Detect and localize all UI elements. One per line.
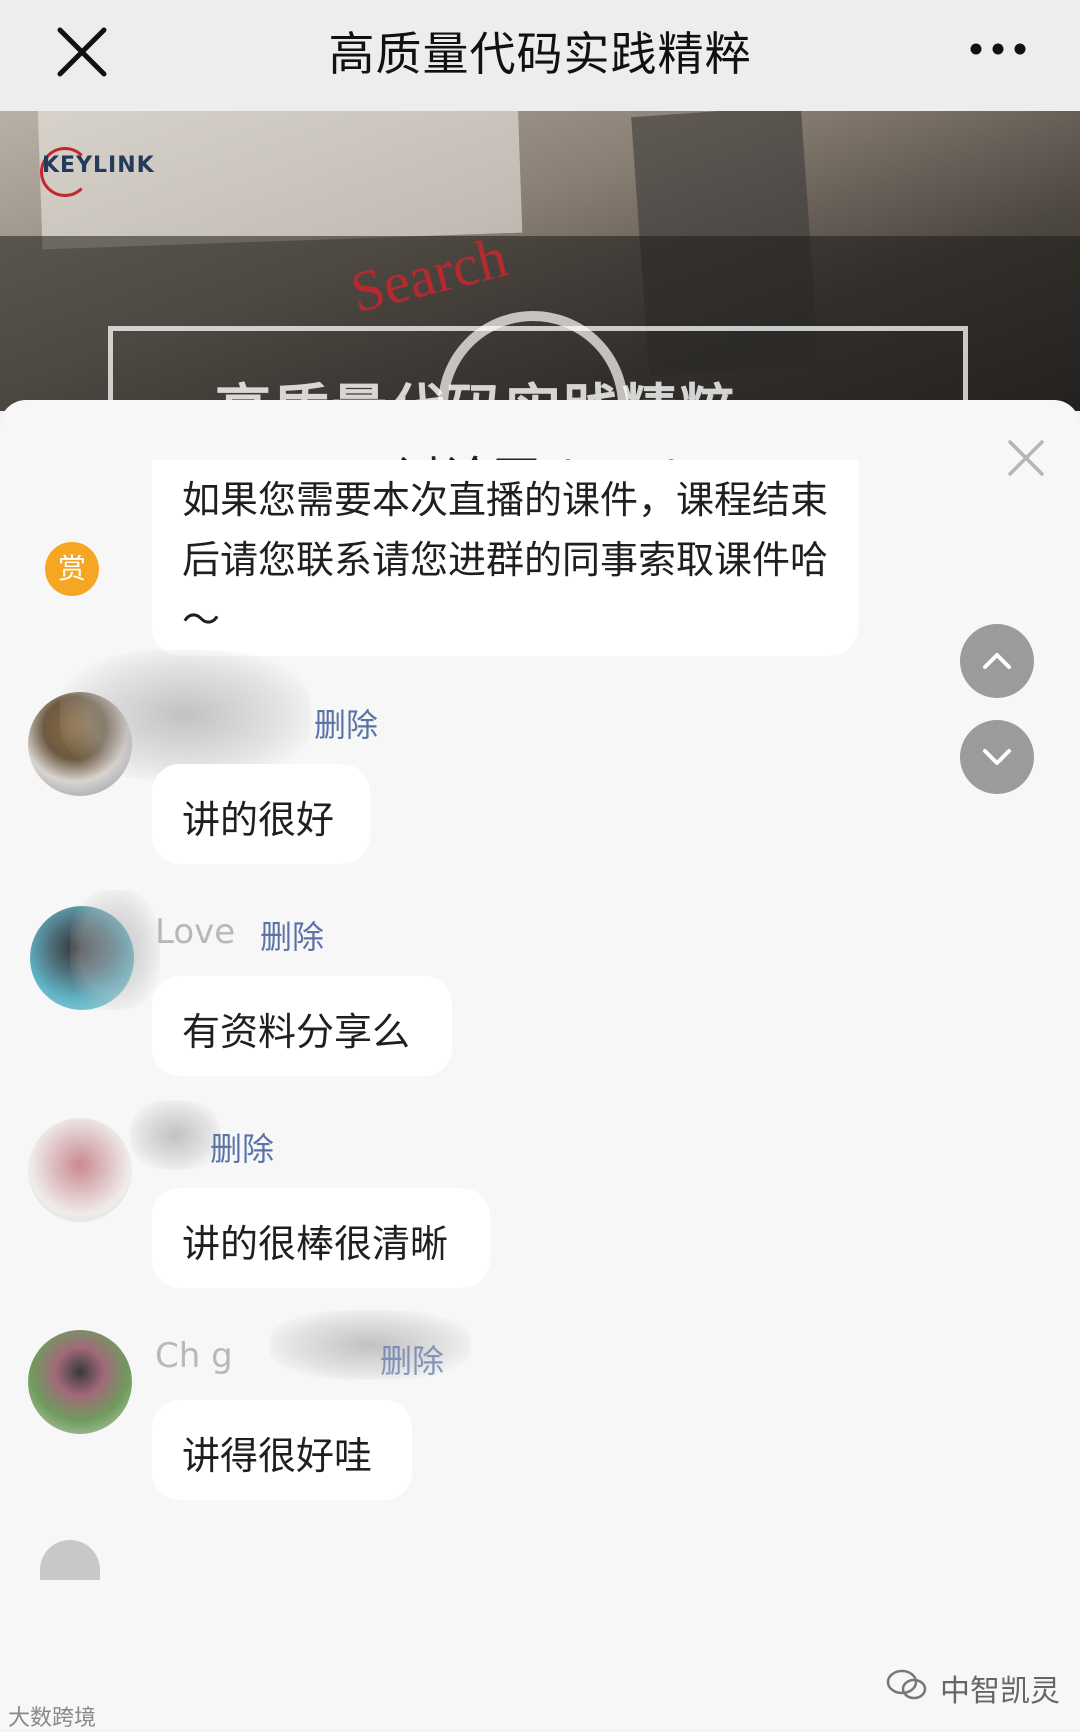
more-dots-icon[interactable] [968, 26, 1028, 72]
redaction-smudge [130, 1100, 220, 1170]
delete-link[interactable]: 删除 [314, 700, 378, 746]
comment-bubble: 讲的很棒很清晰 [152, 1188, 490, 1288]
avatar[interactable] [28, 1330, 132, 1434]
brand-logo: KEYLINK [42, 153, 155, 178]
redaction-smudge [60, 650, 310, 780]
comment-bubble: 有资料分享么 [152, 976, 452, 1076]
redaction-smudge [70, 890, 160, 1010]
chevron-down-icon [983, 749, 1011, 765]
watermark-left: 大数跨境 [8, 1706, 97, 1731]
banner-paper-graphic [37, 111, 523, 250]
comment-bubble: 如果您需要本次直播的课件，课程结束后请您联系请您进群的同事索取课件哈～ [152, 460, 858, 656]
close-icon[interactable] [1004, 436, 1048, 480]
delete-link[interactable]: 删除 [380, 1336, 444, 1382]
discussion-panel: 讨论区 (134) 赏 如果您需要本次直播的课件，课程结束后请您联系请您进群的同… [0, 400, 1080, 1729]
delete-link[interactable]: 删除 [210, 1124, 274, 1170]
close-icon[interactable] [52, 22, 112, 82]
avatar[interactable] [40, 1540, 100, 1580]
video-banner[interactable]: KEYLINK Search 高质量代码实践精粹 [0, 111, 1080, 411]
wechat-icon [886, 1669, 927, 1700]
scroll-up-button[interactable] [960, 624, 1034, 698]
comment-bubble: 讲的很好 [152, 764, 370, 864]
comment-bubble: 讲得很好哇 [152, 1400, 412, 1500]
watermark-right: 中智凯灵 [940, 1674, 1060, 1709]
username: Love [155, 912, 236, 952]
chevron-up-icon [983, 653, 1011, 669]
delete-link[interactable]: 删除 [260, 912, 324, 958]
avatar[interactable] [28, 1118, 132, 1222]
page-title: 高质量代码实践精粹 [328, 27, 752, 81]
reward-badge-icon[interactable]: 赏 [45, 542, 99, 596]
top-navbar: 高质量代码实践精粹 [0, 0, 1080, 111]
username: Ch g [155, 1336, 233, 1376]
scroll-down-button[interactable] [960, 720, 1034, 794]
